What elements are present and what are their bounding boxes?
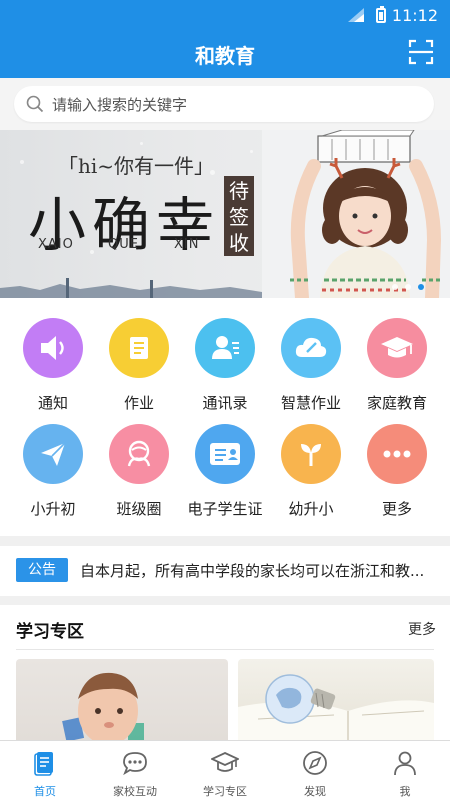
feature-student-id[interactable]: 电子学生证 [180,424,270,534]
feature-family-education[interactable]: 家庭教育 [352,318,442,428]
lightbulb-book-illustration [238,674,434,740]
search-icon [26,95,44,113]
banner-girl-illustration [262,130,450,298]
section-title: 学习专区 [16,622,84,642]
home-icon [34,752,53,776]
app-header: 和教育 [0,30,450,78]
announcement-tag: 公告 [16,558,68,582]
search-input[interactable]: 请输入搜索的关键字 [14,86,434,122]
banner-indicator-dot[interactable] [392,284,398,290]
tab-label: 学习专区 [203,785,247,798]
feature-contacts[interactable]: 通讯录 [180,318,270,428]
scan-icon[interactable] [408,39,434,65]
feature-primary-to-middle[interactable]: 小升初 [8,424,98,534]
banner-indicator-dot[interactable] [405,284,411,290]
tab-discover[interactable]: 发现 [270,741,360,800]
tab-label: 首页 [34,785,56,798]
banner-quote: 「hi~你有一件」 [58,154,215,178]
more-link[interactable]: 更多 [408,619,436,639]
bottom-tab-bar: 首页 家校互动 学习专区 发现 我 [0,740,450,800]
study-card[interactable] [238,659,434,740]
id-card-icon [195,424,255,484]
search-placeholder: 请输入搜索的关键字 [52,96,188,114]
banner-indicators [392,284,424,290]
tab-label: 我 [399,785,411,798]
status-time: 11:12 [391,6,438,25]
paper-plane-icon [23,424,83,484]
tab-me[interactable]: 我 [360,741,450,800]
feature-grid: 通知 作业 通讯录 智慧作业 家庭教育 小升初 班级圈 电子学生证 幼升小 更多 [0,298,450,536]
signal-icon [348,8,364,22]
feature-homework[interactable]: 作业 [94,318,184,428]
graduation-cap-icon [367,318,427,378]
document-icon [109,318,169,378]
study-zone-section: 学习专区 更多 [0,605,450,740]
person-icon [394,751,416,776]
tab-label: 发现 [304,785,326,798]
page-title: 和教育 [195,44,255,68]
status-bar: 11:12 [0,0,450,30]
search-area: 请输入搜索的关键字 [0,78,450,130]
feature-class-circle[interactable]: 班级圈 [94,424,184,534]
group-icon [109,424,169,484]
baby-illustration [62,672,144,740]
graduation-cap-icon [211,752,239,772]
announcement-bar[interactable]: 公告 自本月起，所有高中学段的家长均可以在浙江和教... [0,546,450,596]
feature-smart-homework[interactable]: 智慧作业 [266,318,356,428]
banner-pinyin-1: XAIO [38,237,74,252]
banner-skyline [0,278,262,298]
banner-pinyin-2: QUE [108,237,139,252]
tab-study-zone[interactable]: 学习专区 [180,741,270,800]
contact-icon [195,318,255,378]
compass-icon [303,751,327,775]
tab-label: 家校互动 [113,785,157,798]
banner-indicator-dot-active[interactable] [418,284,424,290]
battery-icon [376,6,386,23]
study-card[interactable] [16,659,228,740]
chat-icon [123,752,147,776]
divider [16,649,434,650]
feature-label: 家庭教育 [366,394,427,412]
banner-pinyin-3: XIN [174,237,200,252]
feature-kindergarten-to-primary[interactable]: 幼升小 [266,424,356,534]
speaker-icon [23,318,83,378]
sprout-icon [281,424,341,484]
feature-more[interactable]: 更多 [352,424,442,534]
tab-home-school[interactable]: 家校互动 [90,741,180,800]
feature-label: 更多 [381,500,412,518]
more-icon [367,424,427,484]
tab-home[interactable]: 首页 [0,741,90,800]
banner-seal: 待 签 收 [224,176,254,256]
feature-notice[interactable]: 通知 [8,318,98,428]
announcement-text[interactable]: 自本月起，所有高中学段的家长均可以在浙江和教... [80,560,436,581]
promo-banner[interactable]: 「hi~你有一件」 小确幸 XAIO QUE XIN 待 签 收 [0,130,450,298]
cloud-pencil-icon [281,318,341,378]
